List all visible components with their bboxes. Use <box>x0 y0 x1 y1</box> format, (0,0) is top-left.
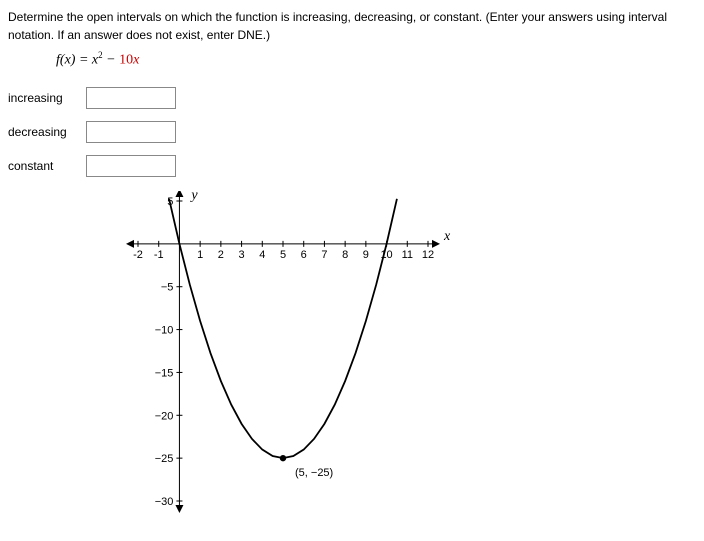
graph-container: -2-11234567891011125−5−10−15−20−25−30yx(… <box>98 191 696 521</box>
vertex-label: (5, −25) <box>295 467 333 479</box>
y-tick-label: −20 <box>155 410 174 422</box>
formula-coef2: 10 <box>119 53 133 68</box>
formula-var2: x <box>133 53 139 68</box>
vertex-point <box>280 455 286 461</box>
y-tick-label: −5 <box>161 281 174 293</box>
table-row: increasing <box>8 81 184 115</box>
decreasing-input[interactable] <box>86 121 176 143</box>
y-axis-label: y <box>189 191 198 203</box>
x-tick-label: 5 <box>280 249 286 261</box>
y-tick-label: −10 <box>155 324 174 336</box>
x-tick-label: 3 <box>239 249 245 261</box>
formula-eq: = <box>75 53 91 68</box>
x-axis-label: x <box>443 229 451 244</box>
x-tick-label: 12 <box>422 249 434 261</box>
x-tick-label: 11 <box>402 249 413 261</box>
formula-x-arg: x <box>65 53 71 68</box>
x-tick-label: 6 <box>301 249 307 261</box>
x-tick-label: -2 <box>133 249 143 261</box>
answer-table: increasing decreasing constant <box>8 81 184 183</box>
instructions-text: Determine the open intervals on which th… <box>8 8 696 44</box>
x-tick-label: 2 <box>218 249 224 261</box>
parabola-curve <box>169 199 397 458</box>
formula-f: f <box>56 53 60 68</box>
y-tick-label: −30 <box>155 496 174 508</box>
x-tick-label: 1 <box>197 249 203 261</box>
constant-input[interactable] <box>86 155 176 177</box>
x-tick-label: 8 <box>342 249 348 261</box>
x-tick-label: 4 <box>259 249 265 261</box>
increasing-label: increasing <box>8 81 86 115</box>
y-tick-label: −25 <box>155 453 174 465</box>
parabola-graph: -2-11234567891011125−5−10−15−20−25−30yx(… <box>98 191 458 521</box>
function-formula: f(x) = x2 − 10x <box>56 50 696 69</box>
decreasing-label: decreasing <box>8 115 86 149</box>
table-row: constant <box>8 149 184 183</box>
x-tick-label: -1 <box>154 249 164 261</box>
y-tick-label: −15 <box>155 367 174 379</box>
x-tick-label: 7 <box>321 249 327 261</box>
constant-label: constant <box>8 149 86 183</box>
x-tick-label: 9 <box>363 249 369 261</box>
table-row: decreasing <box>8 115 184 149</box>
formula-op: − <box>103 53 119 68</box>
increasing-input[interactable] <box>86 87 176 109</box>
